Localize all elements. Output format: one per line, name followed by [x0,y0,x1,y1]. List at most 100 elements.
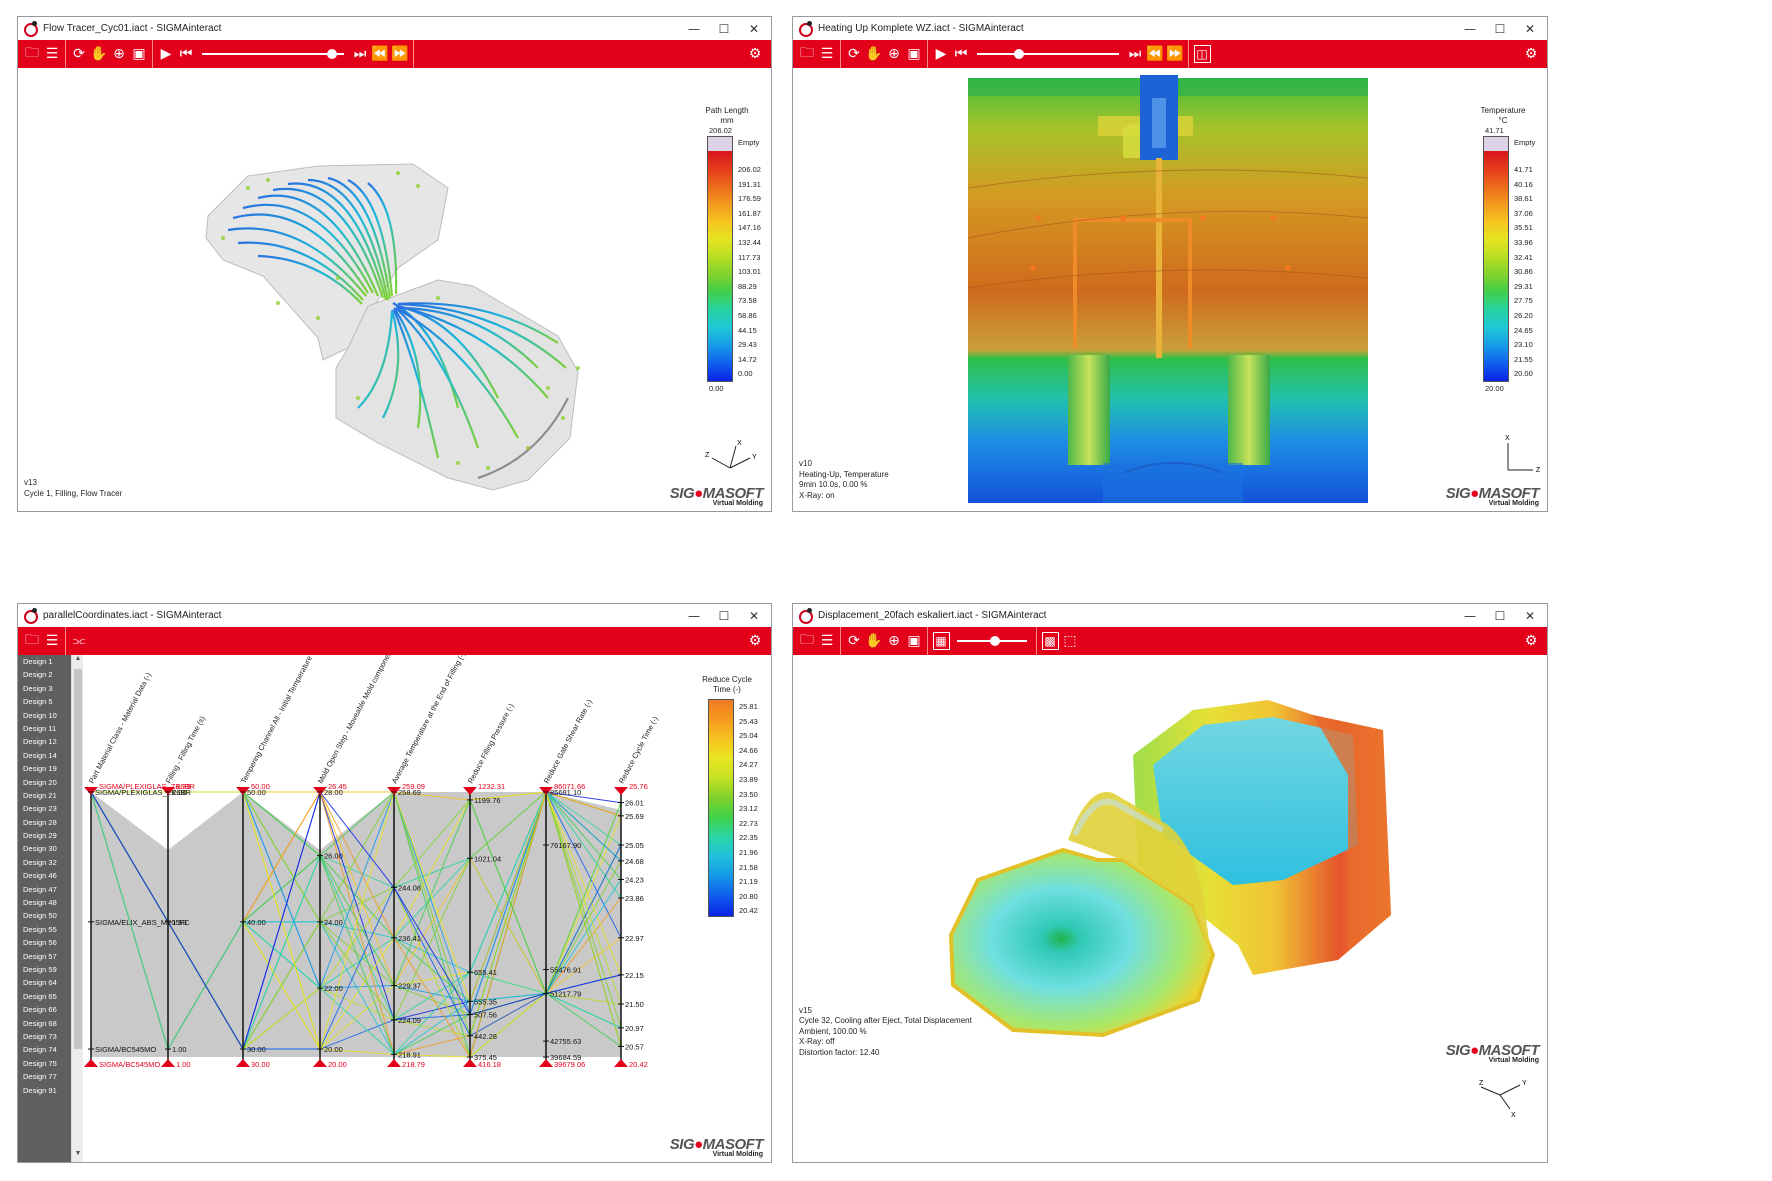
design-list-item[interactable]: Design 1 [18,655,71,668]
close-icon[interactable]: ✕ [1515,17,1545,40]
bottom-filter-handle[interactable] [313,1059,327,1067]
title-bar[interactable]: Heating Up Komplete WZ.iact - SIGMAinter… [793,17,1547,40]
3d-viewport[interactable]: Z Y X v15 Cycle 32, Cooling after Eject,… [793,655,1547,1162]
design-list-item[interactable]: Design 14 [18,749,71,762]
design-list-item[interactable]: Design 32 [18,856,71,869]
pan-hand-icon[interactable]: ✋ [89,42,109,66]
design-list-item[interactable]: Design 3 [18,682,71,695]
distortion-icon[interactable]: ▦ [931,629,951,653]
design-list-item[interactable]: Design 28 [18,816,71,829]
step-forward-icon[interactable]: ⏩ [1165,42,1185,66]
zoom-icon[interactable]: ⊕ [884,629,904,653]
results-list-icon[interactable]: ☰ [817,42,837,66]
pan-hand-icon[interactable]: ✋ [864,42,884,66]
bottom-filter-handle[interactable] [84,1059,98,1067]
design-list-item[interactable]: Design 56 [18,936,71,949]
step-back-icon[interactable]: ⏪ [1145,42,1165,66]
zoom-icon[interactable]: ⊕ [109,42,129,66]
open-folder-icon[interactable]: 🗀 [22,42,42,66]
minimize-icon[interactable]: — [1455,17,1485,40]
bottom-filter-handle[interactable] [614,1059,628,1067]
design-list-item[interactable]: Design 50 [18,909,71,922]
maximize-icon[interactable]: ☐ [1485,604,1515,627]
close-icon[interactable]: ✕ [1515,604,1545,627]
fit-view-icon[interactable]: ▣ [129,42,149,66]
design-list-item[interactable]: Design 48 [18,896,71,909]
play-icon[interactable]: ▶ [931,42,951,66]
design-list-item[interactable]: Design 55 [18,923,71,936]
design-list-item[interactable]: Design 21 [18,789,71,802]
design-list-item[interactable]: Design 2 [18,668,71,681]
skip-end-icon[interactable]: ⏭ [350,42,370,66]
parallel-coordinates-chart[interactable]: Part Material Class - Material Data (-) S… [73,655,771,1162]
heating-up-render[interactable] [793,68,1547,511]
design-list-item[interactable]: Design 47 [18,883,71,896]
design-list-item[interactable]: Design 65 [18,990,71,1003]
reference-frame-icon[interactable]: ⬚ [1060,629,1080,653]
play-icon[interactable]: ▶ [156,42,176,66]
design-list-item[interactable]: Design 77 [18,1070,71,1083]
zoom-icon[interactable]: ⊕ [884,42,904,66]
bottom-filter-handle[interactable] [387,1059,401,1067]
results-list-icon[interactable]: ☰ [817,629,837,653]
settings-gear-icon[interactable]: ⚙ [745,629,765,653]
rotate-icon[interactable]: ⟳ [844,629,864,653]
title-bar[interactable]: Displacement_20fach eskaliert.iact - SIG… [793,604,1547,627]
design-list-item[interactable]: Design 64 [18,976,71,989]
rotate-icon[interactable]: ⟳ [844,42,864,66]
3d-viewport[interactable]: Temperature °C 41.71 Empty 20.00 41.71 40… [793,68,1547,511]
design-list-item[interactable]: Design 75 [18,1057,71,1070]
design-list-item[interactable]: Design 30 [18,842,71,855]
settings-gear-icon[interactable]: ⚙ [1521,42,1541,66]
maximize-icon[interactable]: ☐ [709,17,739,40]
open-folder-icon[interactable]: 🗀 [22,629,42,653]
design-list-item[interactable]: Design 23 [18,802,71,815]
skip-end-icon[interactable]: ⏭ [1125,42,1145,66]
settings-gear-icon[interactable]: ⚙ [1521,629,1541,653]
parallel-axes-icon[interactable]: ⫗ [69,629,89,653]
design-list-item[interactable]: Design 57 [18,950,71,963]
3d-viewport[interactable]: Path Length mm 206.02 Empty 0.00 206.02 1… [18,68,771,511]
design-list-item[interactable]: Design 11 [18,722,71,735]
skip-start-icon[interactable]: ⏮ [176,42,196,66]
design-list-item[interactable]: Design 12 [18,735,71,748]
displacement-render[interactable] [793,655,1547,1162]
design-list-item[interactable]: Design 91 [18,1084,71,1097]
design-list-item[interactable]: Design 59 [18,963,71,976]
minimize-icon[interactable]: — [679,604,709,627]
bottom-filter-handle[interactable] [236,1059,250,1067]
design-list-item[interactable]: Design 73 [18,1030,71,1043]
design-list-item[interactable]: Design 74 [18,1043,71,1056]
rotate-icon[interactable]: ⟳ [69,42,89,66]
close-icon[interactable]: ✕ [739,17,769,40]
design-list-item[interactable]: Design 20 [18,776,71,789]
animation-slider[interactable] [202,45,344,63]
top-filter-handle[interactable] [614,787,628,795]
maximize-icon[interactable]: ☐ [709,604,739,627]
clipping-plane-icon[interactable]: ◫ [1192,42,1212,66]
design-list-item[interactable]: Design 29 [18,829,71,842]
title-bar[interactable]: Flow Tracer_Cyc01.iact - SIGMAinteract —… [18,17,771,40]
overlay-icon[interactable]: ▩ [1040,629,1060,653]
bottom-filter-handle[interactable] [161,1059,175,1067]
chart-viewport[interactable]: Design 1 Design 2 Design 3 Design 5 Design 1… [18,655,771,1162]
step-forward-icon[interactable]: ⏩ [390,42,410,66]
design-list-item[interactable]: Design 5 [18,695,71,708]
design-list-item[interactable]: Design 68 [18,1017,71,1030]
minimize-icon[interactable]: — [1455,604,1485,627]
design-list-item[interactable]: Design 46 [18,869,71,882]
settings-gear-icon[interactable]: ⚙ [745,42,765,66]
results-list-icon[interactable]: ☰ [42,629,62,653]
design-list-item[interactable]: Design 66 [18,1003,71,1016]
results-list-icon[interactable]: ☰ [42,42,62,66]
open-folder-icon[interactable]: 🗀 [797,629,817,653]
maximize-icon[interactable]: ☐ [1485,17,1515,40]
slider-thumb[interactable] [990,636,1000,646]
flow-tracer-render[interactable] [18,68,771,511]
open-folder-icon[interactable]: 🗀 [797,42,817,66]
close-icon[interactable]: ✕ [739,604,769,627]
fit-view-icon[interactable]: ▣ [904,42,924,66]
step-back-icon[interactable]: ⏪ [370,42,390,66]
title-bar[interactable]: parallelCoordinates.iact - SIGMAinteract… [18,604,771,627]
pan-hand-icon[interactable]: ✋ [864,629,884,653]
